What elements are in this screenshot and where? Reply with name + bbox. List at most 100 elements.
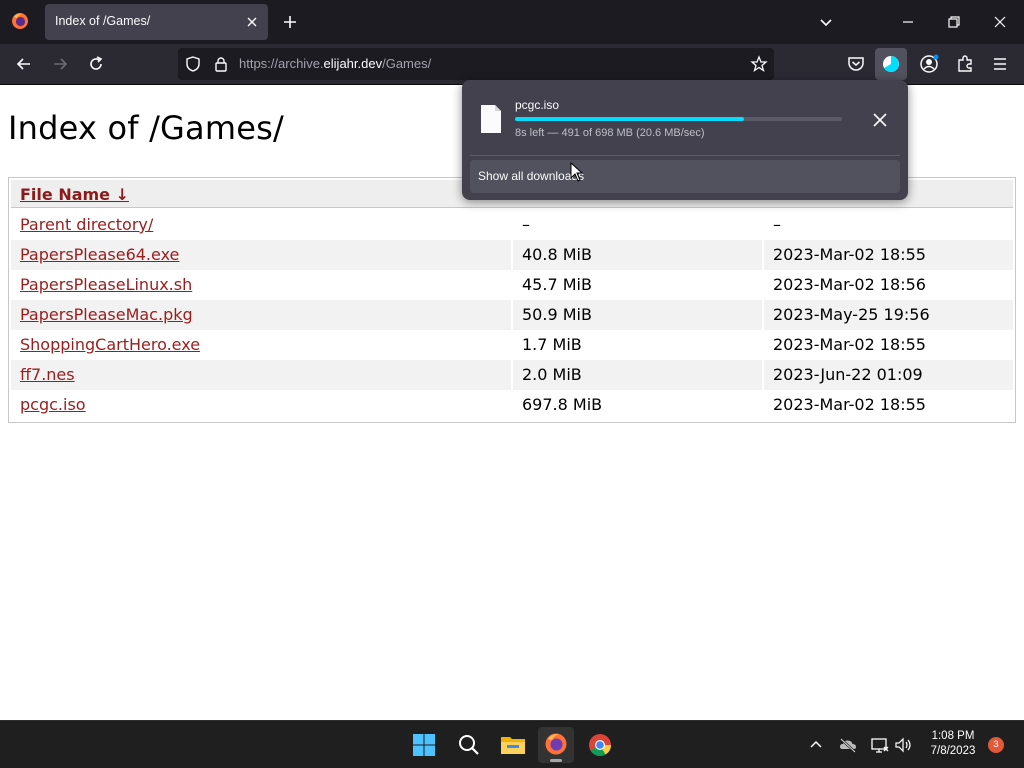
column-divider [762, 360, 764, 390]
file-name-cell: Parent directory/ [20, 215, 153, 234]
bookmark-star-icon[interactable] [750, 55, 768, 73]
column-divider [511, 300, 513, 330]
clock-date: 7/8/2023 [930, 745, 976, 757]
chrome-taskbar-button[interactable] [582, 727, 618, 763]
file-date-cell: 2023-Mar-02 18:55 [773, 245, 926, 264]
url-prefix: https://archive. [239, 56, 324, 71]
firefox-taskbar-button[interactable] [538, 727, 574, 763]
navigation-toolbar: https://archive.elijahr.dev/Games/ [0, 44, 1024, 85]
column-divider [762, 300, 764, 330]
file-name-cell: pcgc.iso [20, 395, 86, 414]
download-progress-fill [515, 117, 744, 121]
app-menu-icon[interactable] [988, 52, 1012, 76]
file-date-cell: 2023-Mar-02 18:56 [773, 275, 926, 294]
page-title: Index of /Games/ [8, 109, 284, 147]
table-row: PapersPleaseLinux.sh 45.7 MiB 2023-Mar-0… [11, 270, 1013, 300]
file-size-cell: 2.0 MiB [522, 365, 582, 384]
file-size-cell: 45.7 MiB [522, 275, 592, 294]
file-explorer-button[interactable] [495, 727, 531, 763]
file-date-cell: 2023-Mar-02 18:55 [773, 335, 926, 354]
extensions-icon[interactable] [953, 52, 977, 76]
file-link[interactable]: PapersPleaseMac.pkg [20, 305, 193, 324]
onedrive-offline-icon[interactable] [838, 735, 858, 755]
file-link[interactable]: ShoppingCartHero.exe [20, 335, 200, 354]
show-all-downloads-button[interactable]: Show all downloads [470, 160, 900, 193]
table-row: ShoppingCartHero.exe 1.7 MiB 2023-Mar-02… [11, 330, 1013, 360]
file-date-cell: 2023-Jun-22 01:09 [773, 365, 923, 384]
search-button[interactable] [451, 727, 487, 763]
download-filename: pcgc.iso [515, 98, 560, 112]
table-row: ff7.nes 2.0 MiB 2023-Jun-22 01:09 [11, 360, 1013, 390]
file-name-column-header[interactable]: File Name ↓ [20, 185, 129, 204]
close-tab-icon[interactable] [242, 12, 262, 32]
file-name-cell: PapersPlease64.exe [20, 245, 179, 264]
volume-icon[interactable] [893, 735, 913, 755]
back-icon[interactable] [14, 54, 34, 74]
table-row: PapersPleaseMac.pkg 50.9 MiB 2023-May-25… [11, 300, 1013, 330]
file-icon [481, 105, 501, 133]
file-name-cell: PapersPleaseLinux.sh [20, 275, 192, 294]
file-name-cell: PapersPleaseMac.pkg [20, 305, 193, 324]
download-item[interactable]: pcgc.iso 8s left — 491 of 698 MB (20.6 M… [462, 80, 908, 152]
account-icon[interactable] [917, 52, 941, 76]
download-progress-icon [883, 56, 899, 72]
pocket-icon[interactable] [844, 52, 868, 76]
tab-games-index[interactable]: Index of /Games/ [45, 4, 268, 40]
folder-icon [501, 737, 525, 754]
file-size-cell: 50.9 MiB [522, 305, 592, 324]
file-link[interactable]: PapersPleaseLinux.sh [20, 275, 192, 294]
os-taskbar: 1:08 PM 7/8/2023 3 [0, 720, 1024, 768]
file-date-cell: 2023-May-25 19:56 [773, 305, 930, 324]
clock-time: 1:08 PM [931, 730, 975, 742]
forward-icon[interactable] [50, 54, 70, 74]
file-size-cell: 1.7 MiB [522, 335, 582, 354]
file-link[interactable]: PapersPlease64.exe [20, 245, 179, 264]
download-progress-bar [515, 117, 842, 121]
show-all-downloads-label: Show all downloads [478, 169, 585, 183]
tab-bar: Index of /Games/ [0, 0, 1024, 44]
address-bar[interactable]: https://archive.elijahr.dev/Games/ [178, 48, 774, 80]
network-icon[interactable] [870, 735, 890, 755]
table-row: pcgc.iso 697.8 MiB 2023-Mar-02 18:55 [11, 390, 1013, 420]
file-date-cell: 2023-Mar-02 18:55 [773, 395, 926, 414]
panel-divider [470, 155, 900, 156]
minimize-icon[interactable] [898, 12, 918, 32]
file-link[interactable]: ff7.nes [20, 365, 75, 384]
table-row: PapersPlease64.exe 40.8 MiB 2023-Mar-02 … [11, 240, 1013, 270]
mouse-cursor-icon [570, 162, 584, 182]
column-divider [762, 240, 764, 270]
active-app-indicator [550, 759, 562, 762]
download-status: 8s left — 491 of 698 MB (20.6 MB/sec) [515, 127, 705, 139]
column-divider [511, 360, 513, 390]
file-size-cell: 40.8 MiB [522, 245, 592, 264]
downloads-button[interactable] [875, 48, 907, 80]
shield-icon[interactable] [184, 55, 202, 73]
system-clock[interactable]: 1:08 PM 7/8/2023 [922, 729, 984, 759]
new-tab-icon[interactable] [280, 12, 300, 32]
file-name-cell: ShoppingCartHero.exe [20, 335, 200, 354]
file-name-cell: ff7.nes [20, 365, 75, 384]
file-date-cell: – [773, 215, 781, 234]
notification-badge[interactable]: 3 [988, 737, 1004, 753]
reload-icon[interactable] [86, 54, 106, 74]
tab-title: Index of /Games/ [55, 14, 151, 28]
file-size-cell: 697.8 MiB [522, 395, 603, 414]
restore-icon[interactable] [944, 12, 964, 32]
file-link[interactable]: Parent directory/ [20, 215, 153, 234]
cancel-download-icon[interactable] [870, 110, 890, 130]
start-button[interactable] [406, 727, 442, 763]
windows-logo-icon [413, 734, 435, 756]
list-all-tabs-icon[interactable] [816, 12, 836, 32]
close-window-icon[interactable] [990, 12, 1010, 32]
table-row: Parent directory/ – – [11, 210, 1013, 240]
file-size-cell: – [522, 215, 530, 234]
column-divider [511, 240, 513, 270]
file-link[interactable]: pcgc.iso [20, 395, 86, 414]
firefox-menu-icon[interactable] [11, 12, 29, 30]
chrome-icon [589, 734, 611, 756]
chevron-up-icon[interactable] [806, 735, 826, 755]
file-listing-table: File Name ↓ Parent directory/ – – Papers… [8, 177, 1016, 423]
url-path: /Games/ [382, 56, 432, 71]
url-text[interactable]: https://archive.elijahr.dev/Games/ [239, 56, 431, 71]
lock-icon[interactable] [212, 55, 230, 73]
